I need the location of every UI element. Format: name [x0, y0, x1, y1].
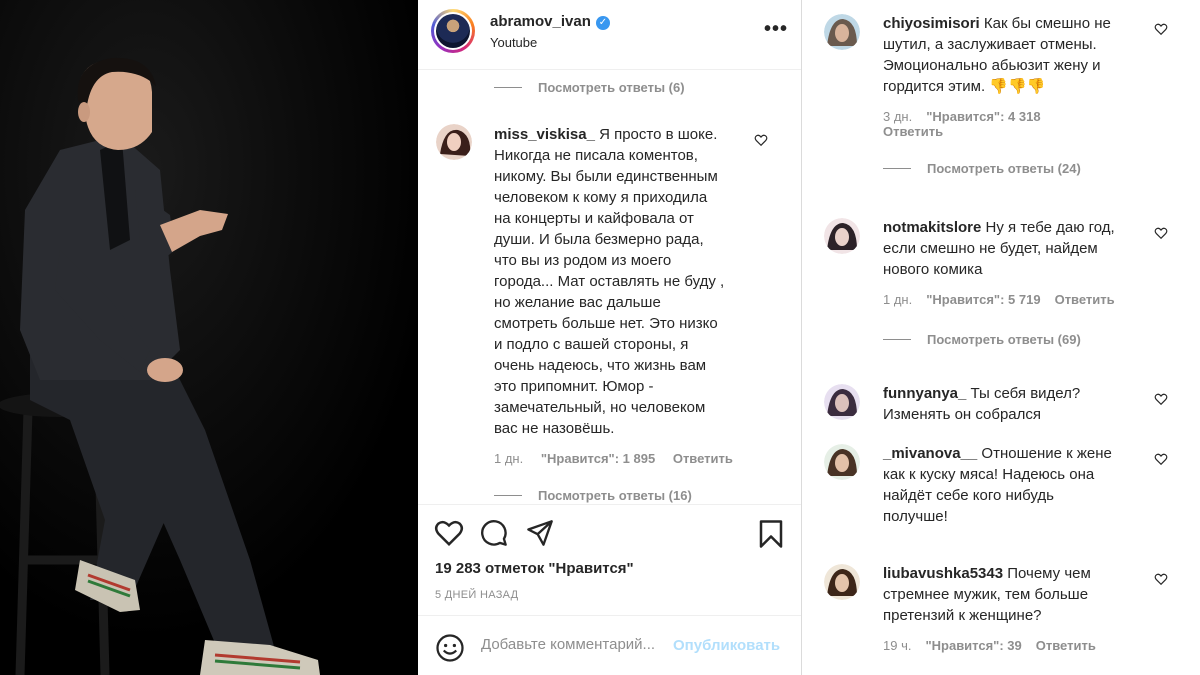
- comment-age: 19 ч.: [883, 638, 912, 653]
- comment-meta: 1 дн. "Нравится": 1 895 Ответить: [494, 451, 747, 466]
- comment-line: нового комика: [883, 261, 983, 278]
- comment-line: и подло с вашей стороны, я: [494, 336, 689, 353]
- post-panel: abramov_ivan ✓ Youtube ••• Посмотреть отв…: [418, 0, 802, 675]
- comment-line: города... Мат оставлять не буду ,: [494, 273, 725, 290]
- comments-panel[interactable]: chiyosimisori Как бы смешно не шутил, а з…: [803, 0, 1200, 675]
- comment-likes[interactable]: "Нравится": 1 895: [541, 451, 655, 466]
- more-horizontal-icon[interactable]: •••: [764, 18, 788, 41]
- comment-line: никому. Вы были единственным: [494, 168, 718, 185]
- commenter-avatar[interactable]: [824, 564, 860, 600]
- comment-line: как к куску мяса! Надеюсь она: [883, 466, 1095, 483]
- post-location[interactable]: Youtube: [490, 35, 537, 50]
- comment-age: 1 дн.: [883, 292, 913, 307]
- commenter-avatar[interactable]: [824, 384, 860, 420]
- commenter-avatar[interactable]: [824, 14, 860, 50]
- comment-line: на концерты и кайфовала от: [494, 210, 694, 227]
- comment-line: Эмоционально абьюзит жену и: [883, 57, 1101, 74]
- comments-list[interactable]: Посмотреть ответы (6) miss_viskisa_ Я пр…: [418, 71, 801, 503]
- share-icon[interactable]: [526, 519, 554, 547]
- likes-count[interactable]: 19 283 отметок "Нравится": [435, 560, 634, 577]
- comment-line: смотреть больше нет. Это низко: [494, 315, 718, 332]
- comment-line: chiyosimisori Как бы смешно не: [883, 15, 1111, 32]
- like-comment-heart-icon[interactable]: [1154, 572, 1168, 586]
- reply-button[interactable]: Ответить: [1055, 292, 1115, 307]
- comment-line: _mivanova__ Отношение к жене: [883, 445, 1112, 462]
- commenter-avatar[interactable]: [824, 444, 860, 480]
- post-header: abramov_ivan ✓ Youtube •••: [418, 0, 801, 70]
- commenter-username[interactable]: miss_viskisa_: [494, 126, 599, 143]
- comment-line: претензий к женщине?: [883, 607, 1042, 624]
- comment-text: funnyanya_ Ты себя видел? Изменять он соб…: [883, 383, 1153, 425]
- comment-text: miss_viskisa_ Я просто в шоке. Никогда не…: [494, 124, 764, 439]
- comment-line: стремнее мужик, тем больше: [883, 586, 1089, 603]
- verified-badge-icon: ✓: [595, 16, 610, 30]
- view-replies-button[interactable]: Посмотреть ответы (69): [883, 332, 1081, 347]
- comment-line: души. И была безмерно рада,: [494, 231, 704, 248]
- commenter-avatar[interactable]: [436, 124, 472, 160]
- post-time: 5 ДНЕЙ НАЗАД: [435, 589, 519, 601]
- commenter-username[interactable]: notmakitslore: [883, 219, 986, 236]
- view-replies-button[interactable]: Посмотреть ответы (16): [494, 488, 692, 503]
- comment-line: замечательный, но человеком: [494, 399, 706, 416]
- post-actions: 19 283 отметок "Нравится" 5 ДНЕЙ НАЗАД: [418, 504, 801, 614]
- comment-meta: 1 дн. "Нравится": 5 719 Ответить: [883, 292, 1129, 307]
- like-comment-heart-icon[interactable]: [1154, 226, 1168, 240]
- comment-line: гордится этим. 👎👎👎: [883, 78, 1046, 95]
- photo-illustration: [0, 0, 418, 675]
- comment-meta: 19 ч. "Нравится": 39 Ответить: [883, 638, 1110, 653]
- post-author-username[interactable]: abramov_ivan ✓: [490, 13, 610, 30]
- comment-line: liubavushka5343 Почему чем: [883, 565, 1091, 582]
- like-comment-heart-icon[interactable]: [754, 133, 768, 147]
- comment-likes[interactable]: "Нравится": 4 318: [926, 109, 1040, 124]
- view-replies-button[interactable]: Посмотреть ответы (6): [494, 80, 685, 95]
- comment-line: шутил, а заслуживает отмены.: [883, 36, 1097, 53]
- comment-text: notmakitslore Ну я тебе даю год, если сме…: [883, 217, 1153, 280]
- reply-button[interactable]: Ответить: [883, 124, 943, 139]
- publish-button[interactable]: Опубликовать: [673, 637, 780, 654]
- comment-line: notmakitslore Ну я тебе даю год,: [883, 219, 1115, 236]
- comment-line: если смешно не будет, найдем: [883, 240, 1098, 257]
- comment-age: 3 дн.: [883, 109, 913, 124]
- comment-line: человеком к кому я приходила: [494, 189, 708, 206]
- commenter-username[interactable]: chiyosimisori: [883, 15, 984, 32]
- comment-line: получше!: [883, 508, 948, 525]
- post-author-avatar[interactable]: [431, 9, 475, 53]
- commenter-username[interactable]: liubavushka5343: [883, 565, 1007, 582]
- comment-age: 1 дн.: [494, 451, 524, 466]
- comment-likes[interactable]: "Нравится": 5 719: [926, 292, 1040, 307]
- comment-line: найдёт себе кого нибудь: [883, 487, 1054, 504]
- comment-line: очень надеюсь, что жизнь вам: [494, 357, 707, 374]
- comment-line: но желание вас дальше: [494, 294, 661, 311]
- post-photo[interactable]: [0, 0, 418, 675]
- comment-line: это припомнит. Юмор -: [494, 378, 654, 395]
- add-comment-bar: Опубликовать: [418, 615, 801, 675]
- bookmark-icon[interactable]: [758, 519, 784, 549]
- comment-text: liubavushka5343 Почему чем стремнее мужик…: [883, 563, 1153, 626]
- comment-line: miss_viskisa_ Я просто в шоке.: [494, 126, 718, 143]
- like-heart-icon[interactable]: [434, 519, 464, 547]
- comment-line: Изменять он собрался: [883, 406, 1042, 423]
- comment-line: funnyanya_ Ты себя видел?: [883, 385, 1081, 402]
- view-replies-button[interactable]: Посмотреть ответы (24): [883, 161, 1081, 176]
- reply-button[interactable]: Ответить: [673, 451, 733, 466]
- commenter-avatar[interactable]: [824, 218, 860, 254]
- emoji-icon[interactable]: [435, 633, 465, 663]
- comment-meta: 3 дн. "Нравится": 4 318 Ответить: [883, 109, 1055, 139]
- comment-text: _mivanova__ Отношение к жене как к куску …: [883, 443, 1153, 527]
- comment-line: Никогда не писала коментов,: [494, 147, 698, 164]
- commenter-username[interactable]: funnyanya_: [883, 385, 971, 402]
- like-comment-heart-icon[interactable]: [1154, 392, 1168, 406]
- comment-text: chiyosimisori Как бы смешно не шутил, а з…: [883, 13, 1153, 97]
- commenter-username[interactable]: _mivanova__: [883, 445, 981, 462]
- comment-line: вас не назовёшь.: [494, 420, 615, 437]
- comment-likes[interactable]: "Нравится": 39: [925, 638, 1021, 653]
- reply-button[interactable]: Ответить: [1036, 638, 1096, 653]
- like-comment-heart-icon[interactable]: [1154, 452, 1168, 466]
- comment-line: что вы из родом из моего: [494, 252, 672, 269]
- like-comment-heart-icon[interactable]: [1154, 22, 1168, 36]
- comment-icon[interactable]: [480, 519, 508, 547]
- comment-input[interactable]: [481, 636, 671, 653]
